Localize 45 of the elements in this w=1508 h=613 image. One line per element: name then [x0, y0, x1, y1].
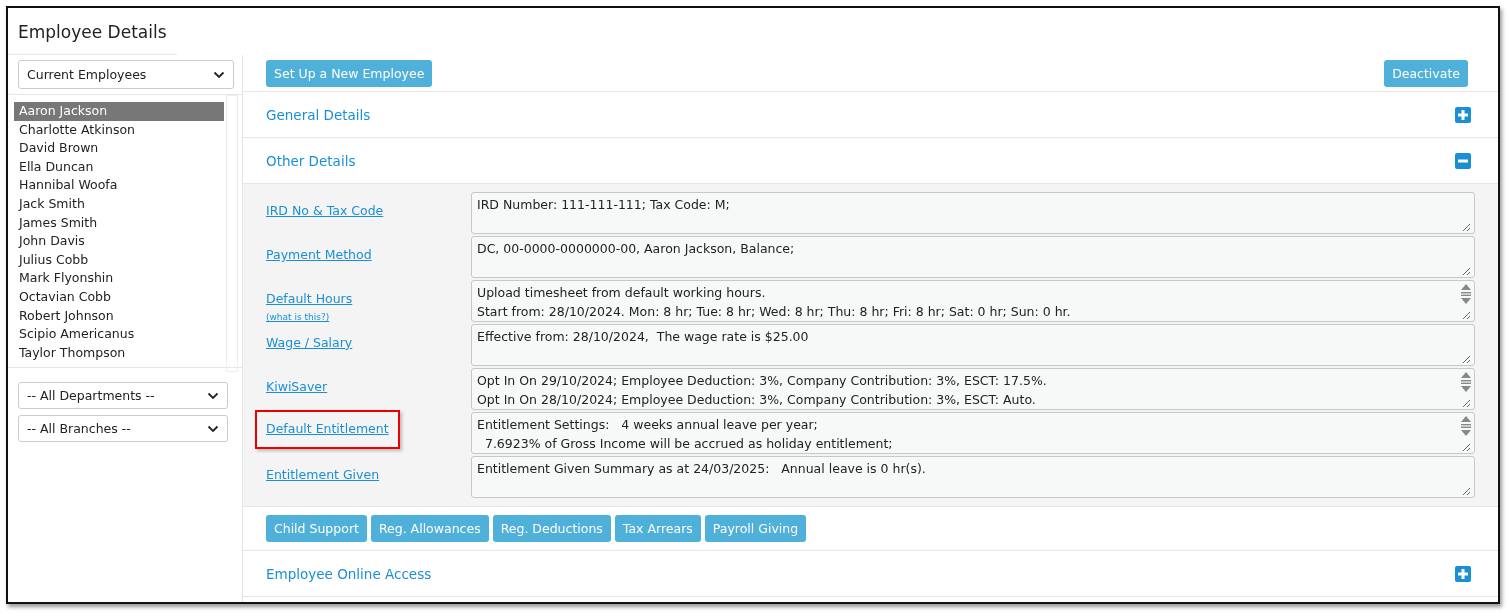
scroll-arrows-icon[interactable]	[1460, 371, 1472, 393]
employee-item[interactable]: Julius Cobb	[14, 250, 224, 270]
expand-icon[interactable]	[1455, 106, 1471, 123]
chevron-down-icon	[213, 70, 225, 79]
employee-item[interactable]: Mark Flyonshin	[14, 269, 224, 288]
resize-grip-icon[interactable]	[1461, 267, 1471, 276]
chevron-down-icon	[207, 391, 219, 400]
resize-grip-icon[interactable]	[1461, 443, 1471, 452]
resize-grip-icon[interactable]	[1461, 223, 1471, 232]
dropdown[interactable]: -- All Departments --	[18, 382, 228, 409]
employee-item[interactable]: Scipio Americanus	[14, 325, 224, 344]
employee-item[interactable]: Charlotte Atkinson	[14, 120, 224, 140]
scroll-arrows-icon[interactable]	[1460, 415, 1472, 437]
section-title[interactable]: Other Details	[266, 152, 356, 169]
chevron-down-icon	[207, 424, 219, 433]
text-area[interactable]: Upload timesheet from default working hours. Start from: 28/10/2024. Mon: 8 hr; Tue: 8 hr; Wed: 8 hr; Thu: 8 hr; Fri: 8 hr; Sat: 0 hr; Sun: 0 hr.	[471, 280, 1475, 322]
text-area[interactable]: DC, 00-0000-0000000-00, Aaron Jackson, Balance;	[471, 236, 1475, 278]
employee-item[interactable]: John Davis	[14, 232, 224, 251]
resize-grip-icon[interactable]	[1461, 487, 1471, 496]
employee-item[interactable]: Jack Smith	[14, 194, 224, 214]
resize-grip-icon[interactable]	[1461, 399, 1471, 408]
dropdown[interactable]: -- All Branches --	[18, 415, 228, 442]
section-title[interactable]: Employee Online Access	[266, 565, 432, 582]
text-area[interactable]: IRD Number: 111-111-111; Tax Code: M;	[471, 192, 1475, 234]
collapse-icon[interactable]	[1455, 152, 1471, 169]
text-area[interactable]: Effective from: 28/10/2024, The wage rate is $25.00	[471, 324, 1475, 366]
employee-item[interactable]: Hannibal Woofa	[14, 176, 224, 195]
employee-item[interactable]: Robert Johnson	[14, 306, 224, 326]
text-area[interactable]: Entitlement Given Summary as at 24/03/2025: Annual leave is 0 hr(s).	[471, 456, 1475, 498]
text-area[interactable]: Opt In On 29/10/2024; Employee Deduction: 3%, Company Contribution: 3%, ESCT: 17.5%. Opt In On 28/10/2024; Employee Deduction: 3%, Company Contribution: 3%, ESCT: Auto.	[471, 368, 1475, 410]
page-title: Employee Details	[8, 8, 177, 55]
dropdown[interactable]: Current Employees	[18, 60, 234, 89]
employee-item[interactable]: Ella Duncan	[14, 157, 224, 177]
resize-grip-icon[interactable]	[1461, 355, 1471, 364]
scroll-arrows-icon[interactable]	[1460, 283, 1472, 305]
expand-icon[interactable]	[1455, 565, 1471, 582]
employee-item[interactable]: Aaron Jackson	[14, 102, 224, 121]
scrollbar[interactable]	[226, 95, 238, 372]
employee-item[interactable]: Taylor Thompson	[14, 343, 224, 363]
section-title[interactable]: General Details	[266, 106, 371, 123]
employee-item[interactable]: Octavian Cobb	[14, 287, 224, 307]
resize-grip-icon[interactable]	[1461, 311, 1471, 320]
employee-item[interactable]: David Brown	[14, 139, 224, 158]
employee-item[interactable]: James Smith	[14, 213, 224, 233]
text-area[interactable]: Entitlement Settings: 4 weeks annual leave per year; 7.6923% of Gross Income will be accrued as holiday entitlement;	[471, 412, 1475, 454]
